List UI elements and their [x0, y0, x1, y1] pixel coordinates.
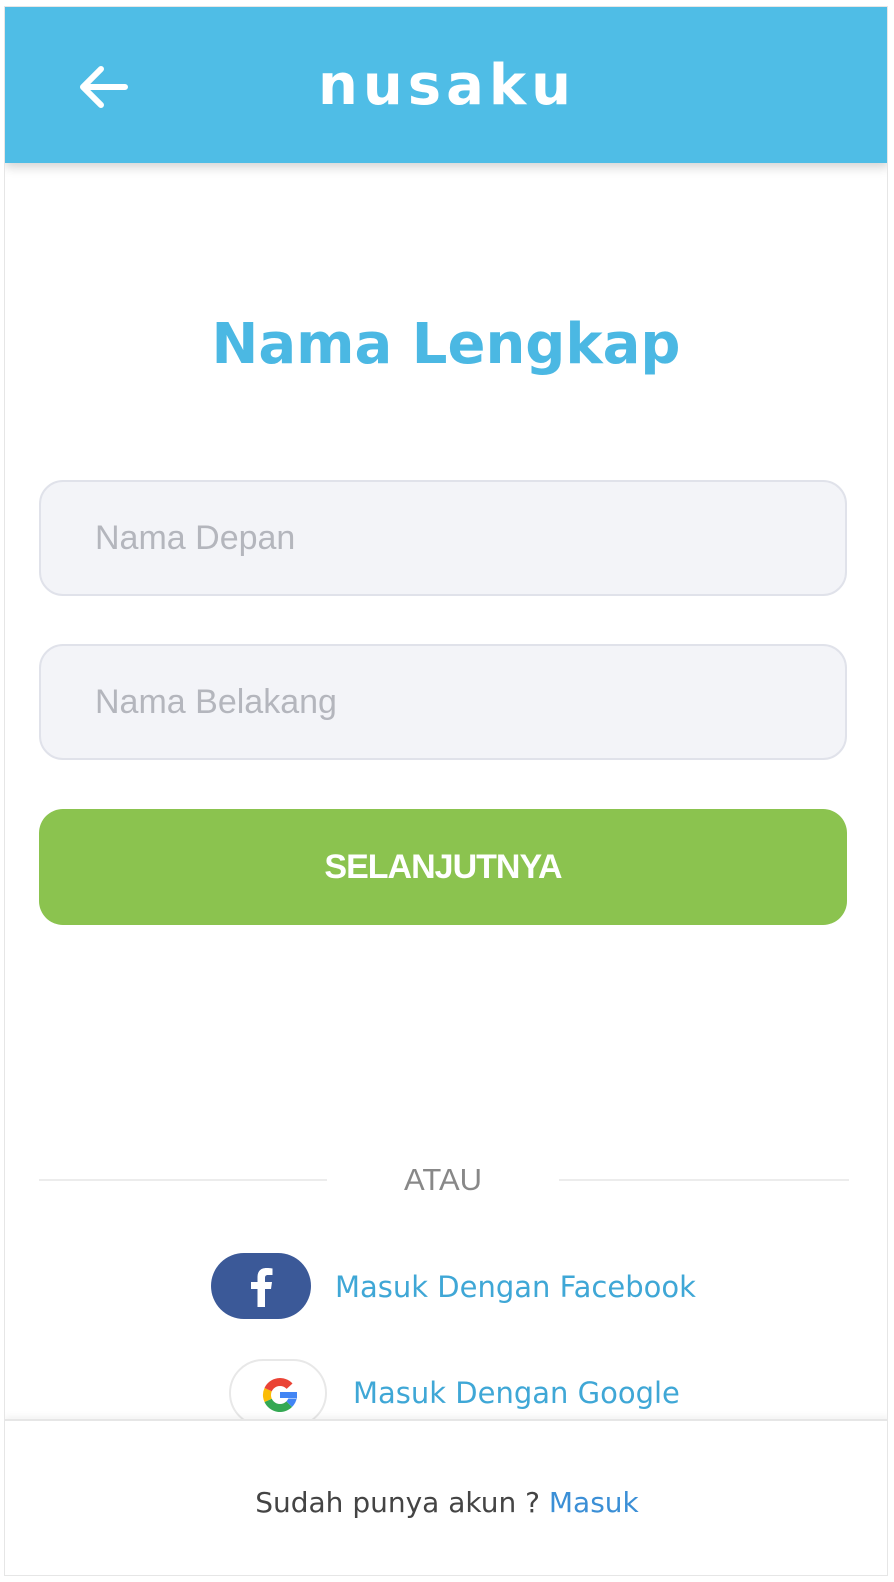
google-badge [229, 1359, 327, 1427]
login-prompt-text: Sudah punya akun ? [255, 1486, 549, 1519]
google-icon [262, 1378, 297, 1412]
page-title: Nama Lengkap [211, 312, 681, 377]
footer-bar: Sudah punya akun ? Masuk [5, 1419, 887, 1575]
top-app-bar: nusaku [5, 7, 887, 163]
google-login-label: Masuk Dengan Google [353, 1376, 680, 1410]
next-button[interactable]: SELANJUTNYA [39, 809, 847, 925]
facebook-icon [251, 1268, 273, 1307]
last-name-input[interactable] [39, 644, 847, 760]
first-name-input[interactable] [39, 480, 847, 596]
facebook-badge [211, 1253, 311, 1319]
divider-line-right [559, 1179, 849, 1181]
login-prompt: Sudah punya akun ? Masuk [5, 1485, 887, 1521]
divider-line-left [39, 1179, 327, 1181]
or-divider-label: ATAU [403, 1162, 483, 1197]
brand-logo-text: nusaku [318, 53, 576, 118]
facebook-login-label: Masuk Dengan Facebook [335, 1270, 696, 1304]
app-frame: nusaku Nama Lengkap SELANJUTNYA ATAU Mas… [4, 6, 888, 1576]
login-link[interactable]: Masuk [549, 1486, 639, 1519]
